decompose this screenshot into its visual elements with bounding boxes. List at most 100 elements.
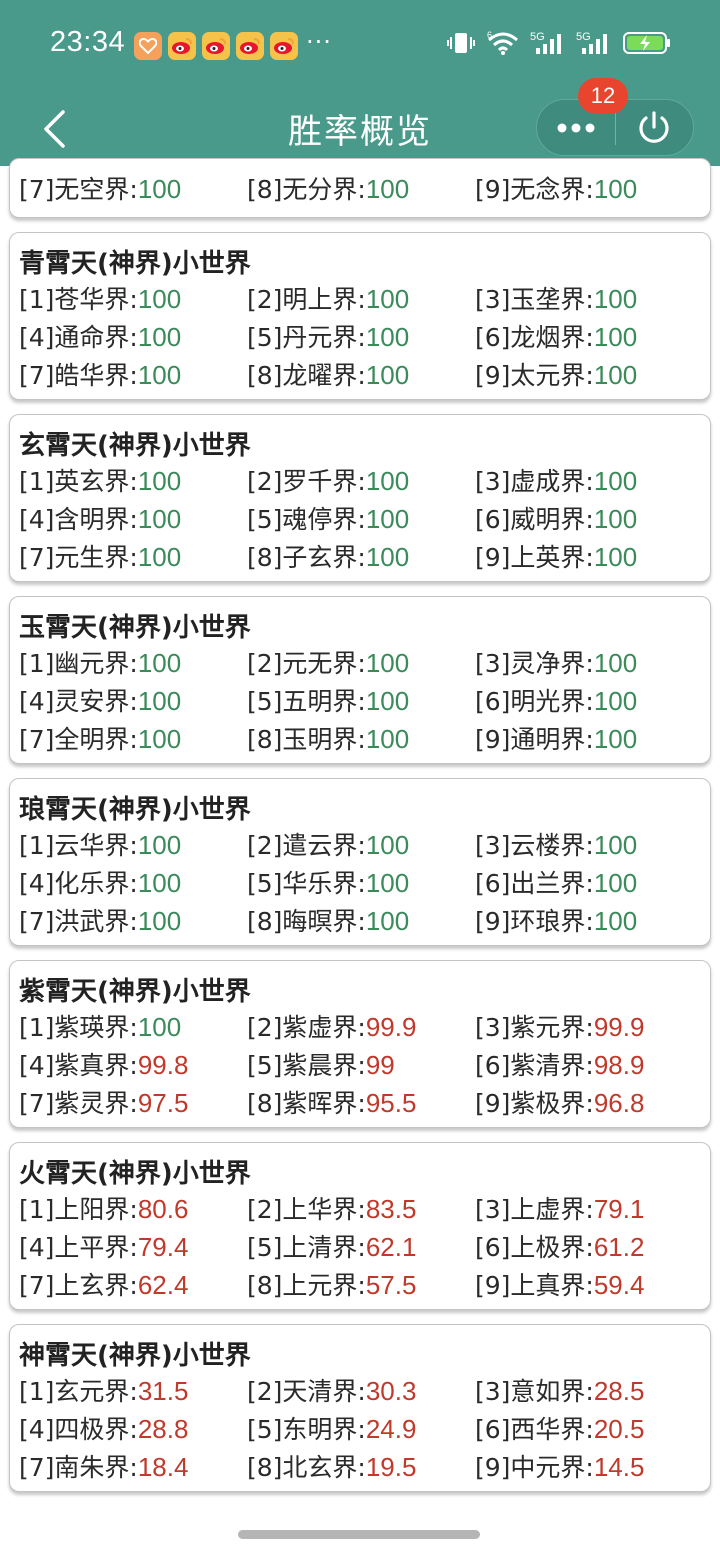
win-rate-value: 20.5 bbox=[593, 1414, 645, 1444]
win-rate-value: 100 bbox=[365, 360, 410, 390]
world-entry: [4]灵安界:100 bbox=[19, 682, 181, 718]
5g-label: 5G bbox=[576, 31, 591, 43]
world-name: [5]上清界: bbox=[247, 1233, 366, 1262]
world-name: [6]西华界: bbox=[475, 1415, 594, 1444]
world-group-card: 玄霄天(神界)小世界 [1]英玄界:100 [2]罗千界:100 [3]虚成界:100… bbox=[9, 414, 711, 582]
win-rate-value: 100 bbox=[593, 724, 638, 754]
win-rate-value: 100 bbox=[137, 686, 182, 716]
world-entry: [3]玉垄界:100 bbox=[475, 280, 637, 316]
close-button[interactable] bbox=[616, 100, 694, 155]
world-name: [6]明光界: bbox=[475, 687, 594, 716]
world-row: [7]全明界:100 [8]玉明界:100 [9]通明界:100 bbox=[19, 720, 709, 758]
win-rate-value: 57.5 bbox=[365, 1270, 417, 1300]
world-row: [1]英玄界:100 [2]罗千界:100 [3]虚成界:100 bbox=[19, 462, 709, 500]
world-row: [4]通命界:100 [5]丹元界:100 [6]龙烟界:100 bbox=[19, 318, 709, 356]
world-name: [3]上虚界: bbox=[475, 1195, 594, 1224]
world-name: [7]洪武界: bbox=[19, 907, 138, 936]
world-row: [7]皓华界:100 [8]龙曜界:100 [9]太元界:100 bbox=[19, 356, 709, 394]
world-entry: [5]五明界:100 bbox=[247, 682, 409, 718]
world-entry: [8]上元界:57.5 bbox=[247, 1266, 416, 1302]
world-entry: [5]华乐界:100 bbox=[247, 864, 409, 900]
world-row: [4]上平界:79.4 [5]上清界:62.1 [6]上极界:61.2 bbox=[19, 1228, 709, 1266]
win-rate-value: 100 bbox=[593, 504, 638, 534]
world-entry: [1]玄元界:31.5 bbox=[19, 1372, 188, 1408]
world-entry: [6]威明界:100 bbox=[475, 500, 637, 536]
world-entry: [4]化乐界:100 bbox=[19, 864, 181, 900]
world-entry: [2]罗千界:100 bbox=[247, 462, 409, 498]
world-name: [4]含明界: bbox=[19, 505, 138, 534]
world-name: [7]上玄界: bbox=[19, 1271, 138, 1300]
win-rate-value: 96.8 bbox=[593, 1088, 645, 1118]
group-title: 紫霄天(神界)小世界 bbox=[19, 977, 251, 1007]
world-name: [6]紫清界: bbox=[475, 1051, 594, 1080]
win-rate-value: 28.8 bbox=[137, 1414, 189, 1444]
world-name: [3]灵净界: bbox=[475, 649, 594, 678]
world-row: [1]幽元界:100 [2]元无界:100 [3]灵净界:100 bbox=[19, 644, 709, 682]
world-name: [1]云华界: bbox=[19, 831, 138, 860]
world-row: [7]上玄界:62.4 [8]上元界:57.5 [9]上真界:59.4 bbox=[19, 1266, 709, 1304]
world-entry: [7]元生界:100 bbox=[19, 538, 181, 574]
world-entry: [6]紫清界:98.9 bbox=[475, 1046, 644, 1082]
world-entry: [8]玉明界:100 bbox=[247, 720, 409, 756]
world-name: [3]意如界: bbox=[475, 1377, 594, 1406]
world-name: [6]上极界: bbox=[475, 1233, 594, 1262]
world-name: [4]四极界: bbox=[19, 1415, 138, 1444]
world-name: [1]苍华界: bbox=[19, 285, 138, 314]
world-entry: [6]明光界:100 bbox=[475, 682, 637, 718]
world-entry: [9]紫极界:96.8 bbox=[475, 1084, 644, 1120]
world-name: [5]华乐界: bbox=[247, 869, 366, 898]
win-rate-value: 100 bbox=[365, 284, 410, 314]
world-name: [2]元无界: bbox=[247, 649, 366, 678]
more-dots-icon bbox=[557, 123, 595, 132]
world-name: [9]环琅界: bbox=[475, 907, 594, 936]
world-entry: [3]云楼界:100 bbox=[475, 826, 637, 862]
app-bar: 胜率概览 12 bbox=[0, 78, 720, 166]
world-name: [4]灵安界: bbox=[19, 687, 138, 716]
win-rate-value: 100 bbox=[365, 466, 410, 496]
world-name: [9]太元界: bbox=[475, 361, 594, 390]
world-name: [3]云楼界: bbox=[475, 831, 594, 860]
world-name: [8]晦暝界: bbox=[247, 907, 366, 936]
world-name: [4]化乐界: bbox=[19, 869, 138, 898]
notification-badge: 12 bbox=[578, 78, 628, 114]
win-rate-value: 100 bbox=[365, 542, 410, 572]
win-rate-value: 19.5 bbox=[365, 1452, 417, 1482]
world-group-card: 玉霄天(神界)小世界 [1]幽元界:100 [2]元无界:100 [3]灵净界:100… bbox=[9, 596, 711, 764]
win-rate-value: 100 bbox=[137, 648, 182, 678]
world-group-card: 琅霄天(神界)小世界 [1]云华界:100 [2]遣云界:100 [3]云楼界:100… bbox=[9, 778, 711, 946]
world-name: [8]紫晖界: bbox=[247, 1089, 366, 1118]
world-name: [5]紫晨界: bbox=[247, 1051, 366, 1080]
win-rate-value: 100 bbox=[137, 504, 182, 534]
world-entry: [3]意如界:28.5 bbox=[475, 1372, 644, 1408]
app-root: 23:34 ··· 6 5G 5G 胜率概览 12 [7]无空界:100 [8]… bbox=[0, 0, 720, 1558]
world-name: [4]紫真界: bbox=[19, 1051, 138, 1080]
clock: 23:34 bbox=[50, 26, 126, 58]
win-rate-value: 100 bbox=[365, 504, 410, 534]
win-rate-value: 100 bbox=[137, 322, 182, 352]
world-row: [4]灵安界:100 [5]五明界:100 [6]明光界:100 bbox=[19, 682, 709, 720]
world-name: [6]龙烟界: bbox=[475, 323, 594, 352]
world-entry: [8]无分界:100 bbox=[247, 170, 409, 206]
more-notifications-indicator: ··· bbox=[306, 28, 332, 56]
win-rate-value: 100 bbox=[593, 830, 638, 860]
world-entry: [8]紫晖界:95.5 bbox=[247, 1084, 416, 1120]
world-row: [7]无空界:100 [8]无分界:100 [9]无念界:100 bbox=[19, 170, 709, 208]
5g-label: 5G bbox=[530, 31, 545, 43]
world-group-card: 青霄天(神界)小世界 [1]苍华界:100 [2]明上界:100 [3]玉垄界:100… bbox=[9, 232, 711, 400]
home-indicator[interactable] bbox=[238, 1530, 480, 1539]
win-rate-value: 100 bbox=[593, 174, 638, 204]
win-rate-value: 100 bbox=[137, 830, 182, 860]
world-entry: [1]苍华界:100 bbox=[19, 280, 181, 316]
world-entry: [6]西华界:20.5 bbox=[475, 1410, 644, 1446]
world-name: [1]英玄界: bbox=[19, 467, 138, 496]
win-rate-value: 100 bbox=[137, 174, 182, 204]
world-entry: [7]上玄界:62.4 bbox=[19, 1266, 188, 1302]
world-name: [7]全明界: bbox=[19, 725, 138, 754]
world-entry: [4]紫真界:99.8 bbox=[19, 1046, 188, 1082]
group-title: 玄霄天(神界)小世界 bbox=[19, 431, 251, 461]
win-rate-value: 83.5 bbox=[365, 1194, 417, 1224]
world-name: [1]玄元界: bbox=[19, 1377, 138, 1406]
win-rate-value: 100 bbox=[593, 648, 638, 678]
world-name: [7]皓华界: bbox=[19, 361, 138, 390]
world-entry: [3]紫元界:99.9 bbox=[475, 1008, 644, 1044]
